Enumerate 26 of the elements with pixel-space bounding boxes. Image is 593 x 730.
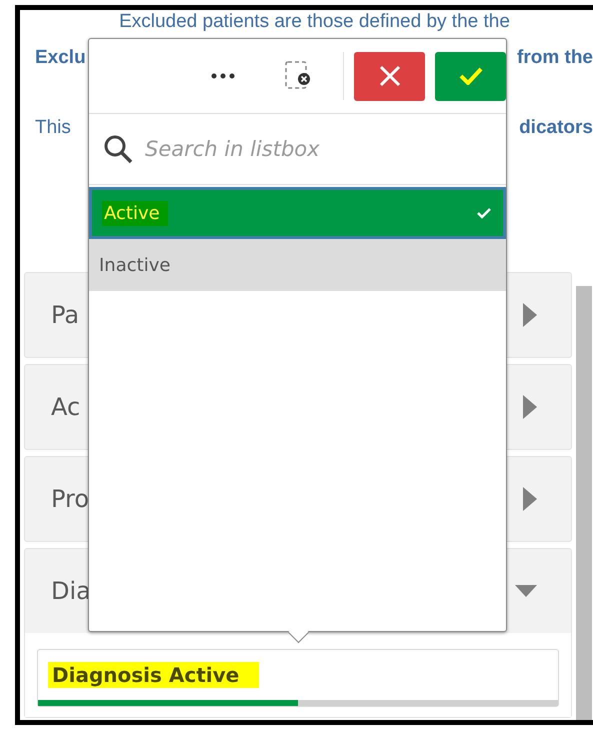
section-title[interactable]: Pro — [51, 485, 90, 513]
description-text: Excluded patients are those defined by the the — [118, 11, 511, 33]
scrollbar[interactable] — [576, 286, 592, 720]
section-title[interactable]: Ac — [51, 393, 80, 421]
checkmark-icon — [477, 208, 491, 218]
collapse-arrow-icon[interactable] — [515, 585, 537, 597]
search-icon — [103, 134, 133, 164]
description-text: Exclu — [35, 47, 86, 69]
more-icon[interactable] — [211, 73, 235, 79]
clear-selection-icon[interactable] — [285, 61, 311, 91]
section-title[interactable]: Pa — [51, 301, 80, 329]
close-icon — [378, 65, 400, 87]
cancel-button[interactable] — [354, 52, 425, 100]
expand-arrow-icon[interactable] — [523, 487, 537, 511]
selection-field[interactable]: Diagnosis Active — [37, 649, 559, 707]
expand-arrow-icon[interactable] — [523, 303, 537, 327]
section-title[interactable]: Dia — [51, 577, 91, 605]
expand-arrow-icon[interactable] — [523, 395, 537, 419]
description-text: This — [35, 117, 71, 139]
list-item[interactable]: Inactive — [89, 239, 506, 291]
confirm-button[interactable] — [435, 52, 506, 100]
description-text: dicators — [519, 117, 593, 139]
list-item[interactable]: Active — [89, 187, 506, 239]
description-text: from the — [517, 47, 593, 69]
checkmark-icon — [458, 67, 482, 85]
selection-value: Diagnosis Active — [48, 662, 260, 688]
